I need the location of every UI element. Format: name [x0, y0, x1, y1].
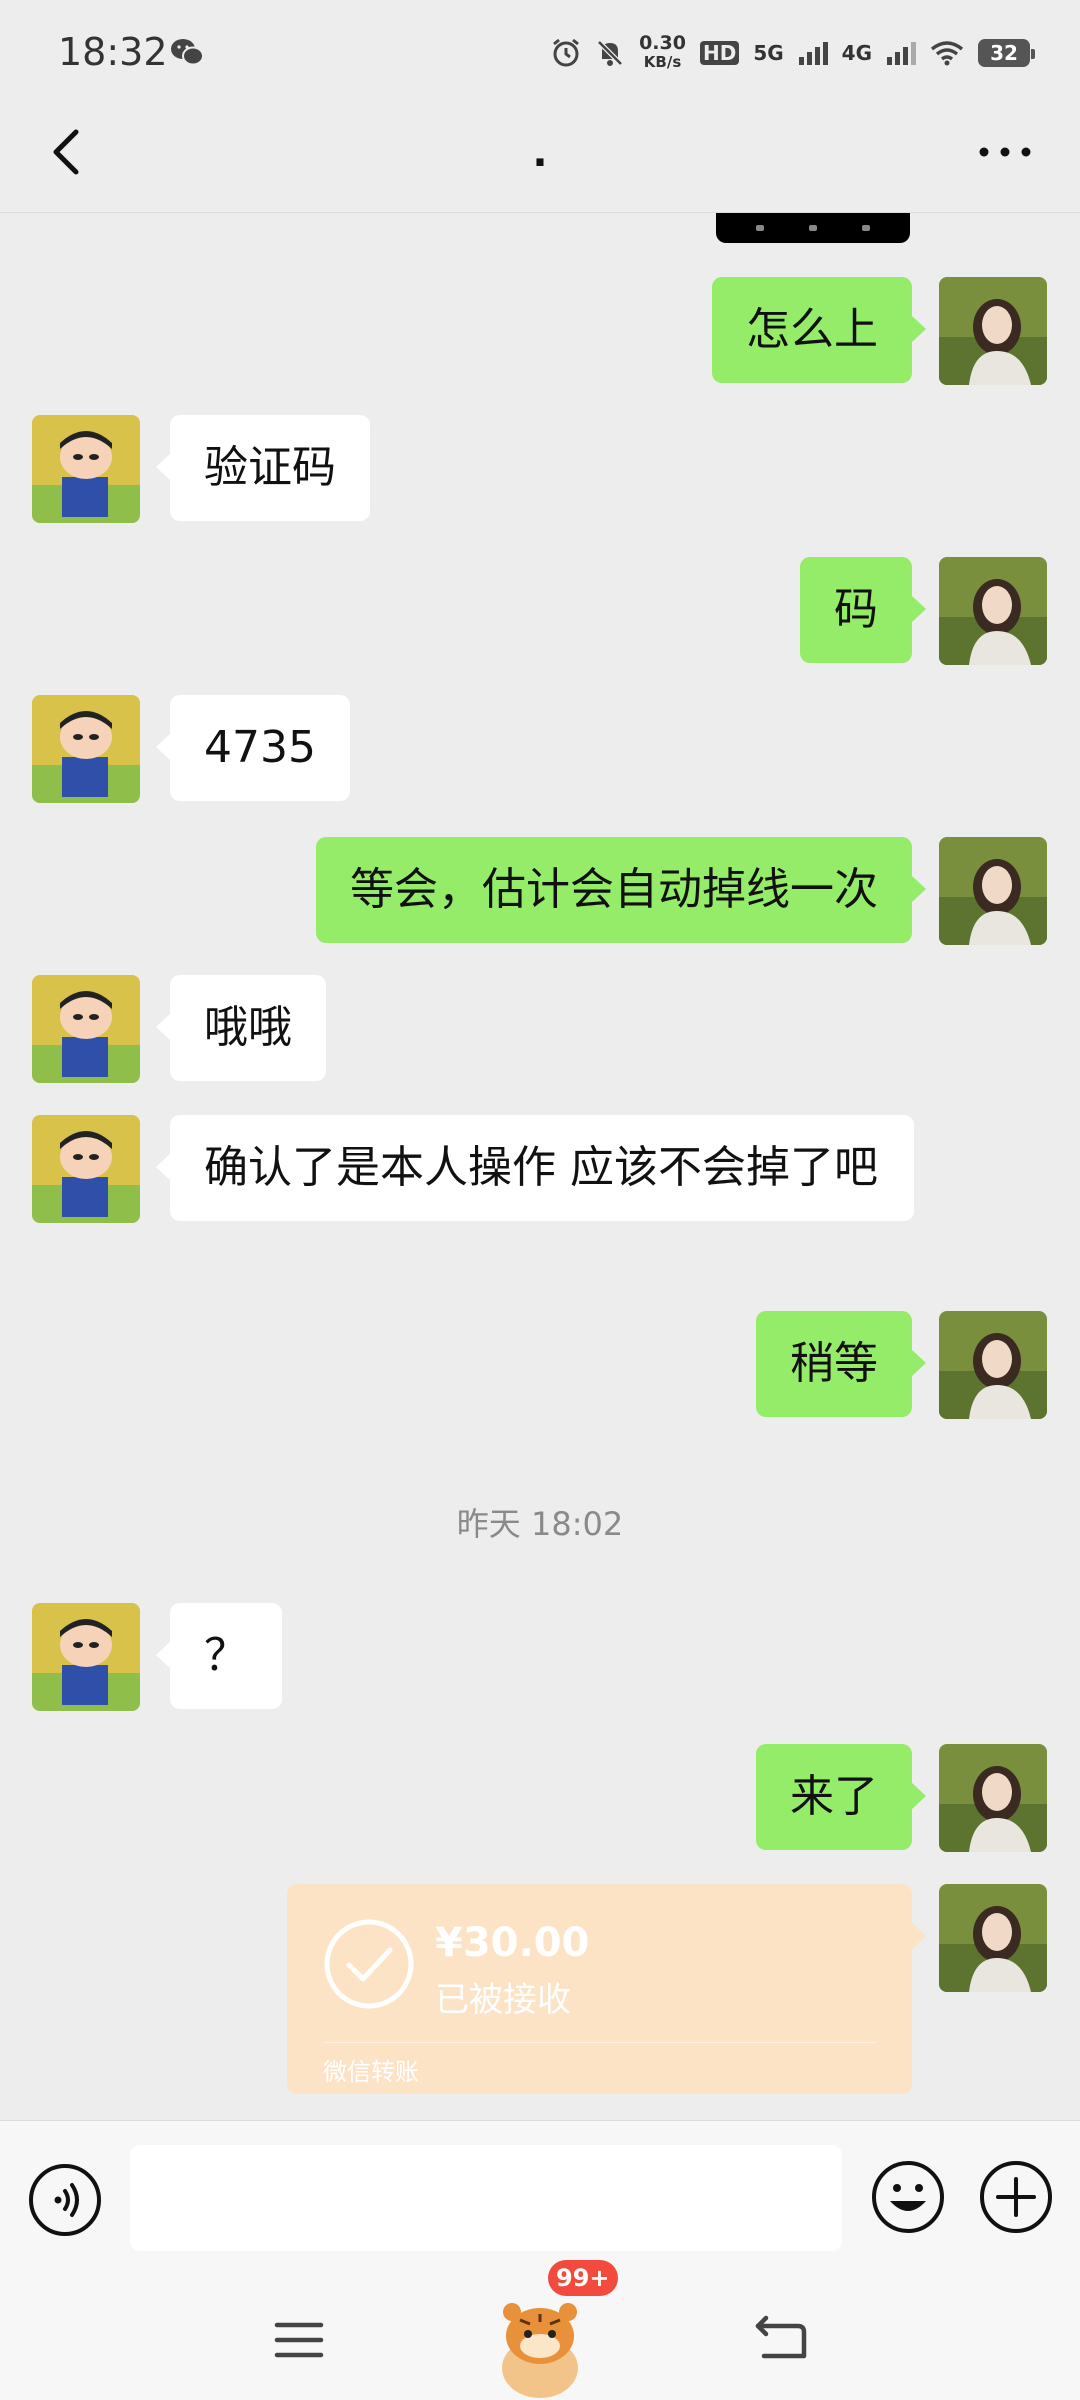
emoji-icon[interactable] [870, 2159, 946, 2235]
status-bar: 18:32 0.30 KB/s HD 5G 4G 32 [0, 0, 1080, 100]
mascot-assistant-icon[interactable] [490, 2290, 590, 2400]
hd-label: HD [699, 41, 740, 65]
message-bubble-received[interactable]: 确认了是本人操作 应该不会掉了吧 [156, 1115, 914, 1221]
avatar-self[interactable] [939, 1311, 1047, 1419]
transfer-status: 已被接收 [435, 1980, 571, 2020]
avatar-contact[interactable] [32, 1115, 140, 1223]
message-list[interactable]: 怎么上 验证码 码 4735 等会，估计会自动掉线一次 哦哦 确认了是本人操作 … [0, 213, 1080, 2120]
avatar-contact[interactable] [32, 975, 140, 1083]
message-bubble-sent[interactable]: 怎么上 [712, 277, 926, 383]
network-speed-unit: KB/s [643, 53, 682, 71]
status-time: 18:32 [58, 30, 168, 74]
menu-icon[interactable] [274, 2320, 324, 2360]
chat-title: . [532, 130, 548, 176]
money-transfer-card[interactable]: ¥30.00 已被接收 微信转账 [287, 1884, 926, 2094]
plus-icon[interactable] [978, 2159, 1054, 2235]
network-5g-label: 5G [753, 41, 784, 65]
avatar-self[interactable] [939, 837, 1047, 945]
mute-bell-icon [597, 40, 623, 66]
avatar-self[interactable] [939, 1744, 1047, 1852]
avatar-contact[interactable] [32, 695, 140, 803]
avatar-self[interactable] [939, 1884, 1047, 1992]
alarm-icon [553, 38, 580, 67]
transfer-label: 微信转账 [323, 2058, 419, 2086]
avatar-self[interactable] [939, 277, 1047, 385]
message-bubble-received[interactable]: 4735 [156, 695, 350, 801]
signal-icon-2 [887, 42, 916, 65]
message-bubble-sent[interactable]: 来了 [756, 1744, 926, 1850]
message-bubble-sent[interactable]: 码 [800, 557, 926, 663]
transfer-divider [323, 2042, 876, 2043]
chat-header: . [0, 100, 1080, 213]
avatar-self[interactable] [939, 557, 1047, 665]
avatar-contact[interactable] [32, 415, 140, 523]
message-bubble-received[interactable]: 验证码 [156, 415, 370, 521]
avatar-contact[interactable] [32, 1603, 140, 1711]
network-speed: 0.30 KB/s [639, 34, 686, 72]
wifi-icon [930, 41, 964, 66]
transfer-amount: ¥30.00 [435, 1920, 590, 1966]
message-bubble-received[interactable]: ？ [156, 1603, 282, 1709]
system-navigation-bar: 99+ [0, 2260, 1080, 2400]
message-input-bar [0, 2120, 1080, 2281]
message-timestamp: 昨天 18:02 [456, 1505, 624, 1543]
network-4g-label: 4G [841, 41, 872, 65]
check-circle-icon [324, 1919, 414, 2009]
message-bubble-sent[interactable]: 稍等 [756, 1311, 926, 1417]
message-bubble-received[interactable]: 哦哦 [156, 975, 326, 1081]
wechat-notification-icon [171, 39, 204, 66]
message-bubble-sent[interactable]: 等会，估计会自动掉线一次 [316, 837, 926, 943]
signal-icon-1 [798, 42, 828, 65]
network-speed-value: 0.30 [639, 32, 686, 54]
voice-input-icon[interactable] [28, 2163, 102, 2237]
return-icon[interactable] [752, 2314, 808, 2364]
message-text-input[interactable] [130, 2145, 842, 2251]
image-message-fragment[interactable] [716, 213, 910, 243]
more-options-icon[interactable] [970, 122, 1040, 182]
notification-badge: 99+ [548, 2260, 618, 2296]
battery-indicator: 32 [978, 39, 1035, 67]
status-icons: 0.30 KB/s HD 5G 4G 32 [551, 28, 1035, 78]
